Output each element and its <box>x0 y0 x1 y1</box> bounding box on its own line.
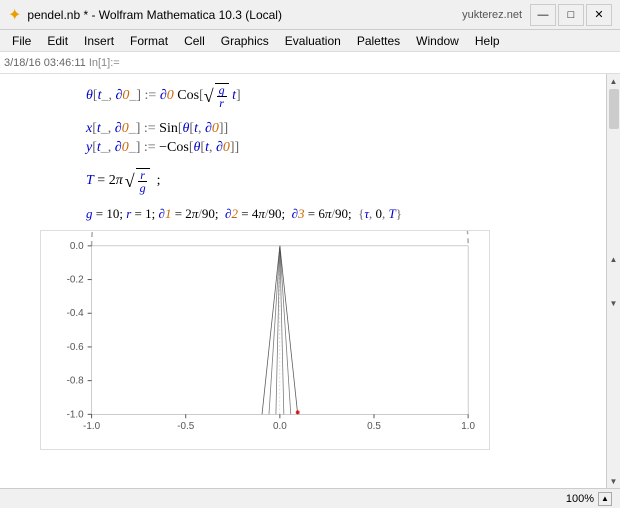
graph-output: -1.0 -0.5 0.0 0.5 1.0 0.0 -0.2 -0.4 - <box>40 230 490 450</box>
zoom-percentage: 100% <box>566 493 594 505</box>
window-controls: — □ ✕ <box>530 4 612 26</box>
title-bar: ✦ pendel.nb * - Wolfram Mathematica 10.3… <box>0 0 620 30</box>
svg-text:-0.5: -0.5 <box>177 421 195 432</box>
equation-theta: θ[t_, ∂0_] := ∂0 Cos[ √ g r t ] <box>86 83 596 109</box>
menu-help[interactable]: Help <box>467 32 508 50</box>
cell-label: In[1]:= <box>89 57 120 69</box>
menu-evaluation[interactable]: Evaluation <box>277 32 349 50</box>
scroll-up-arrow[interactable]: ▲ <box>607 74 620 88</box>
equation-T: T = 2π √ r g ; <box>86 168 596 194</box>
status-bar: 100% ▲ <box>0 488 620 508</box>
titlebar-left: ✦ pendel.nb * - Wolfram Mathematica 10.3… <box>8 5 282 25</box>
timestamp: 3/18/16 03:46:11 <box>4 57 86 69</box>
menu-window[interactable]: Window <box>408 32 467 50</box>
svg-text:0.5: 0.5 <box>367 421 381 432</box>
svg-text:-0.6: -0.6 <box>67 342 85 353</box>
svg-text:-0.2: -0.2 <box>67 275 84 286</box>
svg-text:-1.0: -1.0 <box>67 409 85 420</box>
vertical-scrollbar[interactable]: ▲ ▲ ▼ ▼ <box>606 74 620 488</box>
svg-text:-0.8: -0.8 <box>67 376 85 387</box>
scroll-mid-up[interactable]: ▲ <box>607 252 620 266</box>
equation-y: y[t_, ∂0_] := −Cos[θ[t, ∂0]] <box>86 140 596 156</box>
menu-file[interactable]: File <box>4 32 39 50</box>
svg-text:-0.4: -0.4 <box>67 308 85 319</box>
menu-edit[interactable]: Edit <box>39 32 76 50</box>
menu-bar: File Edit Insert Format Cell Graphics Ev… <box>0 30 620 52</box>
scroll-thumb[interactable] <box>609 89 619 129</box>
menu-insert[interactable]: Insert <box>76 32 122 50</box>
menu-cell[interactable]: Cell <box>176 32 213 50</box>
scroll-mid-down[interactable]: ▼ <box>607 296 620 310</box>
scroll-down-arrow[interactable]: ▼ <box>607 474 620 488</box>
menu-format[interactable]: Format <box>122 32 176 50</box>
main-area: θ[t_, ∂0_] := ∂0 Cos[ √ g r t ] <box>0 74 620 488</box>
input-cell: θ[t_, ∂0_] := ∂0 Cos[ √ g r t ] <box>46 83 596 222</box>
close-button[interactable]: ✕ <box>586 4 612 26</box>
zoom-up-button[interactable]: ▲ <box>598 492 612 506</box>
toolbar: 3/18/16 03:46:11 In[1]:= <box>0 52 620 74</box>
maximize-button[interactable]: □ <box>558 4 584 26</box>
menu-graphics[interactable]: Graphics <box>213 32 277 50</box>
svg-text:0.0: 0.0 <box>273 421 287 432</box>
window-title: pendel.nb * - Wolfram Mathematica 10.3 (… <box>27 8 282 22</box>
svg-text:-1.0: -1.0 <box>83 421 101 432</box>
notebook-content[interactable]: θ[t_, ∂0_] := ∂0 Cos[ √ g r t ] <box>0 74 606 488</box>
equation-x: x[t_, ∂0_] := Sin[θ[t, ∂0]] <box>86 121 596 137</box>
minimize-button[interactable]: — <box>530 4 556 26</box>
zoom-controls: 100% ▲ <box>566 492 612 506</box>
plot-svg: -1.0 -0.5 0.0 0.5 1.0 0.0 -0.2 -0.4 - <box>41 231 489 449</box>
svg-text:1.0: 1.0 <box>461 421 475 432</box>
svg-text:0.0: 0.0 <box>70 241 84 252</box>
server-label: yukterez.net <box>462 9 522 21</box>
menu-palettes[interactable]: Palettes <box>349 32 408 50</box>
app-icon: ✦ <box>8 5 21 25</box>
equation-params: g = 10; r = 1; ∂1 = 2π/90; ∂2 = 4π/90; ∂… <box>86 206 596 222</box>
